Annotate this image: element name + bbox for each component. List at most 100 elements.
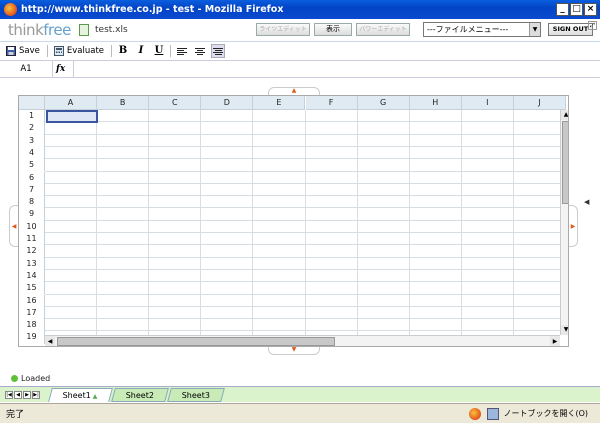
thinkfree-logo: thinkfree	[8, 21, 71, 39]
view-button[interactable]: 表示	[314, 23, 352, 36]
collapse-left-icon[interactable]: ◀	[9, 205, 18, 247]
vertical-scrollbar[interactable]: ▲ ▼	[560, 110, 568, 335]
notebook-link[interactable]: ノートブックを開く(O)	[503, 408, 588, 419]
column-header[interactable]: D	[201, 96, 254, 110]
scroll-left-icon[interactable]: ◀	[45, 336, 55, 346]
scroll-up-icon[interactable]: ▲	[561, 110, 568, 120]
italic-button[interactable]: I	[134, 44, 148, 58]
column-header[interactable]: J	[513, 96, 566, 110]
collapse-down-icon[interactable]: ▼	[268, 347, 320, 355]
status-text: 完了	[6, 410, 25, 420]
close-button[interactable]: ×	[584, 3, 597, 16]
row-header[interactable]: 9	[19, 208, 45, 221]
row-header[interactable]: 17	[19, 306, 45, 320]
row-header[interactable]: 3	[19, 134, 45, 147]
column-header[interactable]: H	[409, 96, 462, 110]
panel-toggle-icon[interactable]: ◀	[584, 198, 589, 206]
row-header[interactable]: 13	[19, 257, 45, 270]
grid-line	[200, 110, 202, 335]
grid-line	[45, 330, 560, 332]
column-header[interactable]: E	[253, 96, 306, 110]
power-edit-button[interactable]: パワーエディット	[356, 23, 410, 36]
grid-line	[45, 305, 560, 307]
horizontal-scrollbar[interactable]: ◀ ▶	[45, 335, 560, 346]
column-header[interactable]: G	[357, 96, 410, 110]
underline-button[interactable]: U	[152, 44, 166, 58]
grid-line	[45, 195, 560, 197]
scroll-down-icon[interactable]: ▼	[561, 325, 568, 335]
row-header[interactable]: 7	[19, 183, 45, 197]
evaluate-button[interactable]: Evaluate	[51, 44, 107, 59]
notebook-icon[interactable]	[487, 407, 500, 420]
loaded-label: Loaded	[21, 373, 51, 383]
horizontal-scroll-thumb[interactable]	[57, 337, 335, 346]
grid-line	[252, 110, 254, 335]
grid-line	[460, 110, 462, 335]
grid-line	[45, 268, 560, 270]
scroll-right-icon[interactable]: ▶	[550, 336, 560, 346]
firefox-icon	[469, 407, 482, 420]
row-header[interactable]: 6	[19, 171, 45, 184]
save-button[interactable]: Save	[3, 44, 43, 59]
document-icon	[79, 24, 89, 36]
row-header[interactable]: 14	[19, 269, 45, 283]
grid-line	[45, 256, 560, 258]
grid-line	[45, 219, 560, 221]
row-header[interactable]: 12	[19, 245, 45, 258]
tab-sheet2[interactable]: Sheet2	[110, 387, 169, 402]
row-header[interactable]: 10	[19, 220, 45, 233]
function-icon[interactable]: fx	[56, 64, 70, 74]
collapse-up-icon[interactable]: ▲	[268, 87, 320, 95]
column-header[interactable]: F	[305, 96, 358, 110]
expand-icon[interactable]: ⤢	[588, 21, 597, 30]
spreadsheet-grid[interactable]: A B C D E F G H I J 1 2 3 4 5 6 7 8 9 10 11 12 13 14 15 16 17 18 19 ▲…	[18, 95, 569, 347]
grid-line	[45, 170, 560, 172]
grid-line	[45, 133, 560, 135]
grid-line	[304, 110, 306, 335]
grid-line	[148, 110, 150, 335]
align-center-button[interactable]	[193, 44, 207, 58]
prev-sheet-icon[interactable]: ◀	[14, 390, 22, 399]
column-header[interactable]: I	[461, 96, 514, 110]
row-header[interactable]: 4	[19, 146, 45, 160]
row-header[interactable]: 19	[19, 331, 45, 344]
tab-sheet3[interactable]: Sheet3	[167, 387, 226, 402]
next-sheet-icon[interactable]: ▶	[23, 390, 31, 399]
sign-out-button[interactable]: SIGN OUT	[548, 23, 593, 36]
row-header[interactable]: 16	[19, 294, 45, 307]
row-header[interactable]: 15	[19, 282, 45, 295]
row-header[interactable]: 5	[19, 159, 45, 172]
maximize-button[interactable]: □	[570, 3, 583, 16]
vertical-scroll-thumb[interactable]	[562, 121, 568, 204]
grid-line	[96, 110, 98, 335]
first-sheet-icon[interactable]: |◀	[5, 390, 13, 399]
grid-line	[45, 207, 560, 209]
chevron-down-icon[interactable]: ▼	[529, 23, 540, 36]
last-sheet-icon[interactable]: ▶|	[32, 390, 40, 399]
grid-line	[512, 110, 514, 335]
minimize-button[interactable]: _	[556, 3, 569, 16]
cell-reference[interactable]: A1	[0, 60, 53, 78]
row-header[interactable]: 1	[19, 110, 45, 123]
bold-button[interactable]: B	[116, 44, 130, 58]
align-right-button[interactable]	[211, 44, 226, 58]
align-left-button[interactable]	[175, 44, 189, 58]
window-title: http://www.thinkfree.co.jp - test - Mozi…	[21, 4, 284, 15]
grid-line	[45, 158, 560, 160]
select-all-corner[interactable]	[19, 96, 45, 110]
selected-cell[interactable]	[46, 110, 98, 123]
row-header[interactable]: 11	[19, 233, 45, 246]
column-header[interactable]: B	[97, 96, 150, 110]
row-header[interactable]: 8	[19, 196, 45, 209]
app-header: thinkfree test.xls ライツエディット 表示 パワーエディット …	[0, 19, 600, 42]
collapse-right-icon[interactable]: ▶	[569, 205, 578, 247]
formula-input[interactable]	[73, 60, 600, 78]
row-header[interactable]: 18	[19, 319, 45, 332]
grid-line	[45, 244, 560, 246]
column-header[interactable]: A	[45, 96, 98, 110]
tab-sheet1[interactable]: Sheet1	[48, 387, 113, 402]
lite-edit-button[interactable]: ライツエディット	[256, 23, 310, 36]
row-header[interactable]: 2	[19, 122, 45, 135]
column-header[interactable]: C	[149, 96, 202, 110]
file-menu-select[interactable]: ---ファイルメニュー--- ▼	[423, 22, 541, 37]
